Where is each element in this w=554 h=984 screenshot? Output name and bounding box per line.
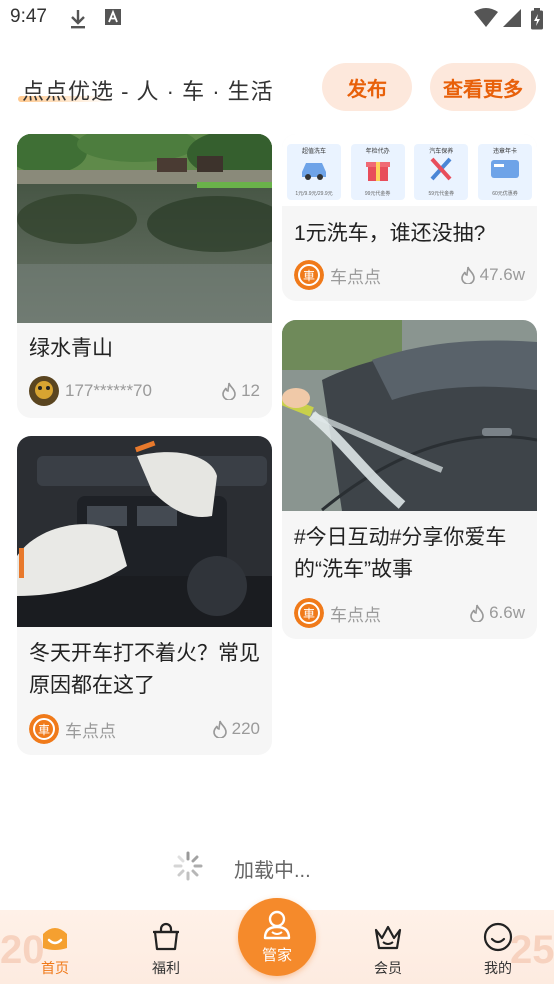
- likes-value: 6.6w: [489, 603, 525, 622]
- coupon-tile: 超值洗车 1元/9.9元/29.9元: [287, 144, 341, 200]
- author-name: 车点点: [330, 605, 381, 625]
- chediandian-logo: 車: [29, 714, 59, 744]
- svg-text:車: 車: [303, 607, 315, 621]
- crown-icon: [372, 922, 404, 957]
- card-meta: 車 车点点 47.6w: [294, 260, 525, 290]
- coupon-tile: 违章年卡 60元优惠券: [477, 144, 532, 200]
- coupon-tile: 汽车保养 59元代金券: [414, 144, 469, 200]
- coupon-name: 违章年卡: [492, 149, 517, 155]
- nav-label: 管家: [261, 947, 292, 964]
- nav-mine[interactable]: 我的: [458, 910, 538, 984]
- svg-text:車: 車: [303, 269, 315, 283]
- coupon-name: 超值洗车: [301, 149, 326, 155]
- status-time: 9:47: [10, 6, 47, 27]
- page-title: 点点优选 - 人 · 车 · 生活: [22, 79, 274, 104]
- nav-label: 福利: [152, 960, 180, 976]
- car-washing-image: [282, 320, 537, 511]
- gift-icon: [365, 162, 390, 181]
- card-meta: 車 车点点 220: [29, 714, 260, 744]
- flame-icon: [222, 382, 236, 400]
- likes-value: 220: [231, 719, 260, 738]
- butler-icon: [263, 910, 291, 945]
- card-title: #今日互动#分享你爱车的“洗车”故事: [294, 526, 507, 581]
- likes-count: 220: [212, 719, 260, 739]
- nav-home[interactable]: 首页: [15, 910, 95, 984]
- spinner-icon: [172, 850, 204, 887]
- coupon-sub: 60元优惠券: [492, 191, 518, 197]
- coupon-sub: 59元代金券: [428, 191, 455, 197]
- likes-count: 47.6w: [460, 265, 525, 285]
- font-a-icon: [104, 8, 122, 31]
- nav-label: 我的: [484, 960, 512, 976]
- flame-icon: [212, 720, 227, 738]
- download-icon: [68, 8, 88, 35]
- feed-card[interactable]: 绿水青山 177******70 12: [17, 134, 272, 418]
- feed-card[interactable]: #今日互动#分享你爱车的“洗车”故事 車 车点点 6.6w: [282, 320, 537, 639]
- coupon-sub: 1元/9.9元/29.9元: [295, 191, 333, 197]
- nav-welfare[interactable]: 福利: [126, 910, 206, 984]
- flame-icon: [460, 266, 475, 284]
- nav-butler-button[interactable]: 管家: [238, 898, 316, 976]
- likes-count: 6.6w: [469, 603, 525, 623]
- card-meta: 車 车点点 6.6w: [294, 598, 525, 628]
- home-icon: [39, 922, 71, 957]
- smile-icon: [482, 922, 514, 957]
- coupon-tile: 年检代办 99元代金券: [350, 144, 405, 200]
- card-title: 冬天开车打不着火？常见原因都在这了: [29, 642, 260, 697]
- signal-icon: [502, 8, 522, 33]
- battery-icon: [530, 8, 544, 35]
- header: 点点优选 - 人 · 车 · 生活 发布 查看更多: [0, 60, 554, 116]
- gift-bag-icon: [150, 922, 182, 957]
- card-title: 绿水青山: [29, 337, 113, 360]
- coupon-name: 汽车保养: [429, 149, 454, 155]
- car-icon: [302, 163, 326, 180]
- engine-bay-image: [17, 436, 272, 627]
- view-more-button[interactable]: 查看更多: [430, 63, 536, 111]
- svg-text:車: 車: [38, 723, 50, 737]
- lake-landscape-image: [17, 134, 272, 323]
- feed-card[interactable]: 冬天开车打不着火？常见原因都在这了 車 车点点 220: [17, 436, 272, 755]
- coupon-name: 年检代办: [365, 149, 390, 155]
- likes-value: 47.6w: [479, 265, 525, 284]
- flame-icon: [470, 604, 484, 622]
- author-name: 车点点: [330, 267, 381, 287]
- chediandian-logo: 車: [294, 260, 324, 290]
- card-meta: 177******70 12: [29, 376, 260, 406]
- loading-indicator: 加载中...: [0, 848, 554, 884]
- coupon-sub: 99元代金券: [364, 191, 391, 197]
- wifi-icon: [474, 8, 498, 33]
- nav-member[interactable]: 会员: [348, 910, 428, 984]
- card-icon: [490, 160, 519, 178]
- card-title: 1元洗车，谁还没抽?: [294, 222, 486, 245]
- tools-icon: [430, 157, 452, 181]
- publish-button[interactable]: 发布: [322, 63, 412, 111]
- author-name: 177******70: [65, 381, 152, 400]
- author-name: 车点点: [65, 721, 116, 741]
- chediandian-logo: 車: [294, 598, 324, 628]
- likes-count: 12: [221, 381, 260, 401]
- nav-label: 首页: [41, 960, 69, 976]
- likes-value: 12: [241, 381, 260, 400]
- coupon-banner-image: 超值洗车 1元/9.9元/29.9元 年检代办 99元代金券 汽车保养 59元代…: [282, 134, 537, 206]
- user-avatar: [29, 376, 59, 406]
- feed-card[interactable]: 超值洗车 1元/9.9元/29.9元 年检代办 99元代金券 汽车保养 59元代…: [282, 134, 537, 301]
- status-bar: 9:47: [0, 0, 554, 36]
- loading-text: 加载中...: [234, 860, 311, 882]
- nav-label: 会员: [374, 960, 402, 976]
